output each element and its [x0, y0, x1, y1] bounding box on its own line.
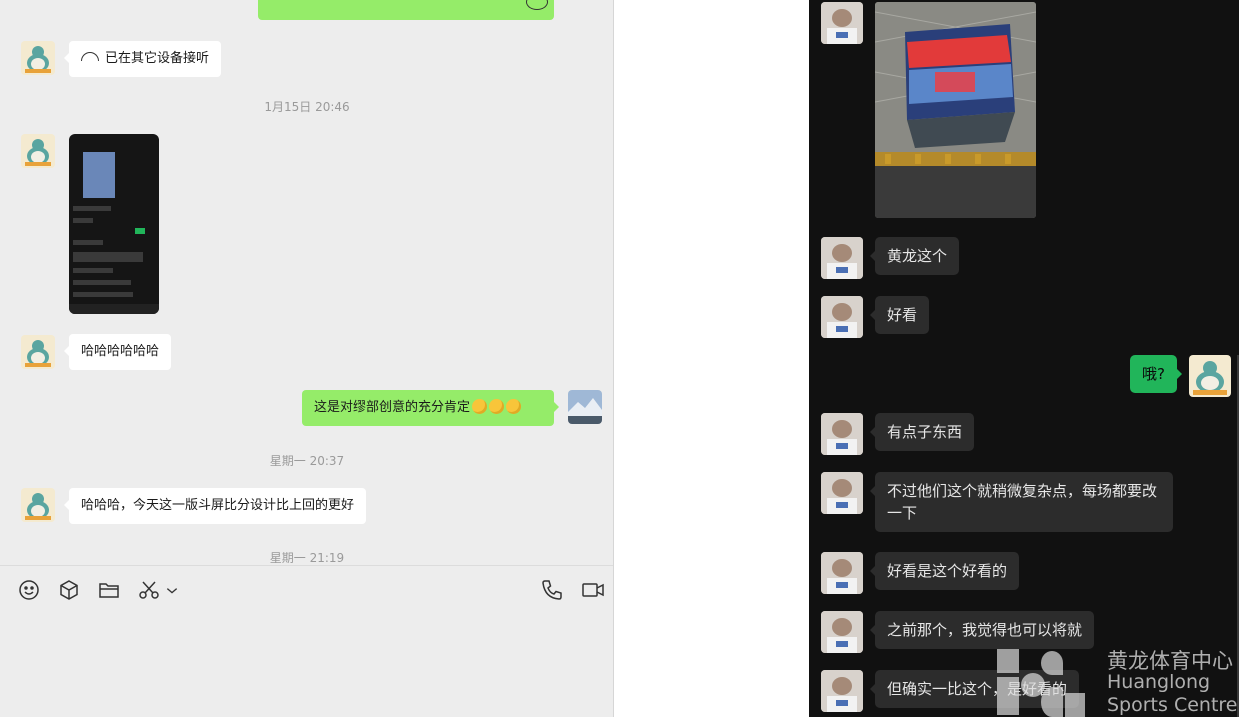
thinking-emoji-icon: [489, 399, 505, 414]
contact-avatar: [821, 237, 863, 279]
sent-message-text: 这是对缪部创意的充分肯定: [314, 400, 471, 415]
message-bubble: 不过他们这个就稍微复杂点，每场都要改一下: [870, 472, 1173, 532]
contact-avatar: [821, 2, 863, 44]
screenshot-options-button[interactable]: [164, 578, 180, 602]
contact-avatar: [821, 670, 863, 712]
video-camera-icon: [582, 583, 604, 597]
thinking-emoji-icon: [506, 399, 522, 414]
hangup-phone-icon: [81, 52, 99, 61]
message-bubble: 好看: [869, 296, 930, 334]
thinking-emoji-icon: [472, 399, 488, 414]
message-bubble: 黄龙这个: [869, 237, 960, 275]
contact-avatar[interactable]: [21, 134, 55, 168]
sent-message-bubble: 哦?: [1130, 355, 1182, 393]
timestamp: 星期一 20:37: [269, 454, 345, 468]
left-chat-window: 已在其它设备接听 1月15日 20:46 哈哈哈哈哈哈 这是对缪部创意的充分肯定…: [0, 0, 614, 717]
partial-sent-bubble[interactable]: [258, 0, 554, 20]
message-bubble[interactable]: 哈哈哈，今天这一版斗屏比分设计比上回的更好: [63, 488, 367, 524]
contact-avatar: [821, 611, 863, 653]
call-notice-text: 已在其它设备接听: [105, 51, 210, 66]
timestamp: 星期一 21:19: [269, 551, 345, 565]
contact-avatar: [821, 472, 863, 514]
contact-avatar[interactable]: [21, 41, 55, 75]
screenshot-button[interactable]: [137, 578, 161, 602]
screenshot-thumbnail[interactable]: [69, 134, 159, 314]
watermark-english-line1: Huanglong: [1107, 671, 1211, 693]
arena-scoreboard-photo: [875, 2, 1036, 218]
embedded-chat-screenshot: 黄龙这个 好看 哦? 有点子东西 不过他们这个就稍微复杂点，每场都要改一下 好看…: [809, 0, 1239, 717]
phone-icon: [542, 580, 562, 600]
emoji-icon: [19, 580, 39, 600]
input-toolbar: [0, 565, 613, 717]
emoji-button[interactable]: [17, 578, 41, 602]
sent-message-bubble[interactable]: 这是对缪部创意的充分肯定: [302, 390, 559, 426]
watermark-english-line2: Sports Centre: [1107, 694, 1238, 716]
contact-avatar[interactable]: [21, 488, 55, 522]
chevron-down-icon: [166, 588, 178, 594]
venue-watermark: 黄龙体育中心 Huanglong Sports Centre: [995, 643, 1239, 717]
my-avatar: [1189, 355, 1231, 397]
folder-icon: [99, 583, 119, 598]
contact-avatar: [821, 413, 863, 455]
file-button[interactable]: [97, 578, 121, 602]
timestamp: 1月15日 20:46: [264, 100, 350, 114]
cube-icon: [60, 580, 78, 600]
contact-avatar: [821, 552, 863, 594]
favorites-button[interactable]: [57, 578, 81, 602]
video-call-button[interactable]: [581, 578, 605, 602]
scissors-icon: [139, 581, 159, 599]
message-bubble: 有点子东西: [869, 413, 975, 451]
contact-avatar[interactable]: [21, 335, 55, 369]
call-notice-bubble[interactable]: 已在其它设备接听: [63, 41, 222, 77]
voice-call-button[interactable]: [540, 578, 564, 602]
my-avatar[interactable]: [568, 390, 602, 424]
contact-avatar: [821, 296, 863, 338]
message-bubble[interactable]: 哈哈哈哈哈哈: [63, 334, 172, 370]
message-bubble: 好看是这个好看的: [869, 552, 1020, 590]
venue-logo: [995, 647, 1095, 717]
